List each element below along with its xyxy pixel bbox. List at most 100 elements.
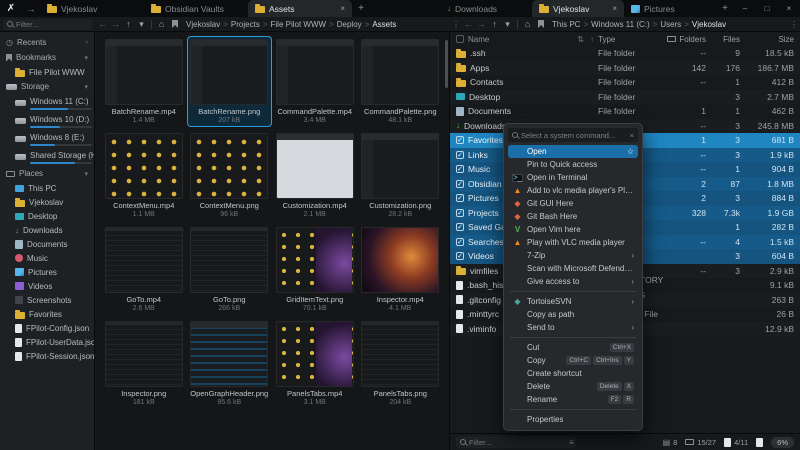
sidebar-item-windows-10-d-[interactable]: Windows 10 (D:) [0,112,94,130]
column-header-name[interactable]: Name⇅↑ [468,35,594,44]
close-icon[interactable]: × [630,131,634,140]
tab-obsidian-vaults[interactable]: Obsidian Vaults [144,0,248,17]
more-icon[interactable]: ⋮ [788,20,800,29]
column-header-folders[interactable]: Folders [662,35,706,44]
table-row[interactable]: .sshFile folder--918.5 kB [450,46,800,61]
forward-icon[interactable]: → [475,19,488,29]
chevron-right-icon[interactable]: › [86,39,88,46]
grid-item[interactable]: PanelsTabs.mp43.1 MB [273,319,357,408]
select-all-checkbox[interactable] [456,35,464,43]
breadcrumb-item[interactable]: Vjekoslav [186,20,220,29]
sidebar-filter-input[interactable] [16,20,89,29]
app-logo-icon[interactable]: ✗ [0,0,22,17]
favorite-star-icon[interactable]: ☆ [627,147,634,156]
sidebar-item-windows-8-e-[interactable]: Windows 8 (E:) [0,130,94,148]
grid-item[interactable]: Inspector.png181 kB [102,319,186,408]
chevron-down-icon[interactable]: ▾ [84,170,88,178]
sidebar-item-pictures[interactable]: Pictures [0,265,94,279]
menu-item-send-to[interactable]: Send to› [508,321,638,334]
row-checkbox[interactable] [456,252,464,260]
menu-item-git-bash-here[interactable]: ◆Git Bash Here [508,210,638,223]
menu-item-add-to-vlc-media-player-s-playlist[interactable]: ▲Add to vlc media player's Playlist [508,184,638,197]
menu-item-copy-as-path[interactable]: Copy as path [508,308,638,321]
tab-pictures[interactable]: Pictures [624,0,716,17]
more-icon[interactable]: ⋮ [450,20,462,29]
menu-item-open-in-terminal[interactable]: >_Open in Terminal [508,171,638,184]
grid-item[interactable]: CommandPalette.png48.1 kB [359,37,443,126]
maximize-button[interactable]: □ [756,0,778,17]
row-checkbox[interactable] [456,151,464,159]
row-checkbox[interactable] [456,209,464,217]
grid-item[interactable]: Customization.png28.2 kB [359,131,443,220]
menu-item-tortoisesvn[interactable]: ◆TortoiseSVN› [508,295,638,308]
history-dropdown-icon[interactable]: ▾ [135,19,148,30]
table-row[interactable]: DocumentsFile folder11462 B [450,104,800,119]
sidebar-item-fpilot-userdata-json[interactable]: FPilot-UserData.json [0,335,94,349]
sidebar-item-windows-11-c-[interactable]: Windows 11 (C:) [0,94,94,112]
sidebar-item-fpilot-session-json[interactable]: FPilot-Session.json [0,349,94,363]
menu-item-7-zip[interactable]: 7-Zip› [508,249,638,262]
tab-assets[interactable]: Assets× [248,0,352,17]
new-tab-button[interactable]: + [352,0,370,17]
row-checkbox[interactable] [456,136,464,144]
chevron-down-icon[interactable]: ▾ [84,83,88,91]
sidebar-item-fpilot-config-json[interactable]: FPilot-Config.json [0,321,94,335]
sidebar-item-vjekoslav[interactable]: Vjekoslav [0,195,94,209]
breadcrumb-item[interactable]: Assets [372,20,396,29]
sort-icon[interactable]: ⇅ [577,35,584,44]
menu-item-give-access-to[interactable]: Give access to› [508,275,638,288]
grid-item[interactable]: GoTo.mp42.6 MB [102,225,186,314]
grid-item[interactable]: GoTo.png266 kB [188,225,272,314]
row-checkbox[interactable] [456,194,464,202]
sidebar-section-bookmarks[interactable]: Bookmarks▾ [0,50,94,65]
breadcrumb-item[interactable]: File Pilot WWW [271,20,327,29]
breadcrumb-item[interactable]: Projects [231,20,260,29]
sidebar-item-shared-storage-h-[interactable]: Shared Storage (H:) [0,148,94,166]
grid-item[interactable]: ContextMenu.png96 kB [188,131,272,220]
grid-item[interactable]: PanelsTabs.png204 kB [359,319,443,408]
menu-item-git-gui-here[interactable]: ◆Git GUI Here [508,197,638,210]
table-row[interactable]: ContactsFile folder--1412 B [450,75,800,90]
row-checkbox[interactable] [456,165,464,173]
sidebar-section-storage[interactable]: Storage▾ [0,79,94,94]
menu-item-pin-to-quick-access[interactable]: Pin to Quick access [508,158,638,171]
up-icon[interactable]: ↑ [488,19,501,29]
breadcrumb-item[interactable]: This PC [552,20,580,29]
close-window-button[interactable]: × [778,0,800,17]
menu-item-play-with-vlc-media-player[interactable]: ▲Play with VLC media player [508,236,638,249]
menu-item-copy[interactable]: CopyCtrl+CCtrl+InsY [508,354,638,367]
root-icon[interactable]: ⌂ [155,19,168,29]
grid-item[interactable]: CommandPalette.mp43.4 MB [273,37,357,126]
row-checkbox[interactable] [456,238,464,246]
row-checkbox[interactable] [456,180,464,188]
bookmark-icon[interactable] [538,20,544,28]
close-tab-icon[interactable]: × [612,4,617,13]
sidebar-item-favorites[interactable]: Favorites [0,307,94,321]
column-header-size[interactable]: Size [744,35,794,44]
sidebar-section-places[interactable]: Places▾ [0,166,94,181]
grid-item[interactable]: OpenGraphHeader.png95.6 kB [188,319,272,408]
menu-item-open-vim-here[interactable]: VOpen Vim here [508,223,638,236]
filter-tree-icon[interactable]: ≡ [569,438,574,447]
up-icon[interactable]: ↑ [122,19,135,29]
menu-item-properties[interactable]: Properties [508,413,638,426]
chevron-down-icon[interactable]: ▾ [84,54,88,62]
grid-item[interactable]: Inspector.mp44.1 MB [359,225,443,314]
tab-vjekoslav[interactable]: Vjekoslav× [532,0,624,17]
bookmark-icon[interactable] [172,20,178,28]
menu-item-cut[interactable]: CutCtrl+X [508,341,638,354]
breadcrumb-item[interactable]: Windows 11 (C:) [591,20,650,29]
root-icon[interactable]: ⌂ [521,19,534,29]
grid-item[interactable]: BatchRename.png207 kB [188,37,272,126]
column-header-type[interactable]: Type [598,35,658,44]
table-row[interactable]: DesktopFile folder32.7 MB [450,90,800,105]
menu-item-rename[interactable]: RenameF2R [508,393,638,406]
forward-icon[interactable]: → [109,19,122,29]
menu-item-delete[interactable]: DeleteDeleteX [508,380,638,393]
menu-item-scan-with-microsoft-defender[interactable]: Scan with Microsoft Defender... [508,262,638,275]
breadcrumb-item[interactable]: Deploy [337,20,362,29]
grid-item[interactable]: GridItemText.png70.1 kB [273,225,357,314]
sidebar-item-documents[interactable]: Documents [0,237,94,251]
close-tab-icon[interactable]: × [340,4,345,13]
grid-item[interactable]: BatchRename.mp41.4 MB [102,37,186,126]
